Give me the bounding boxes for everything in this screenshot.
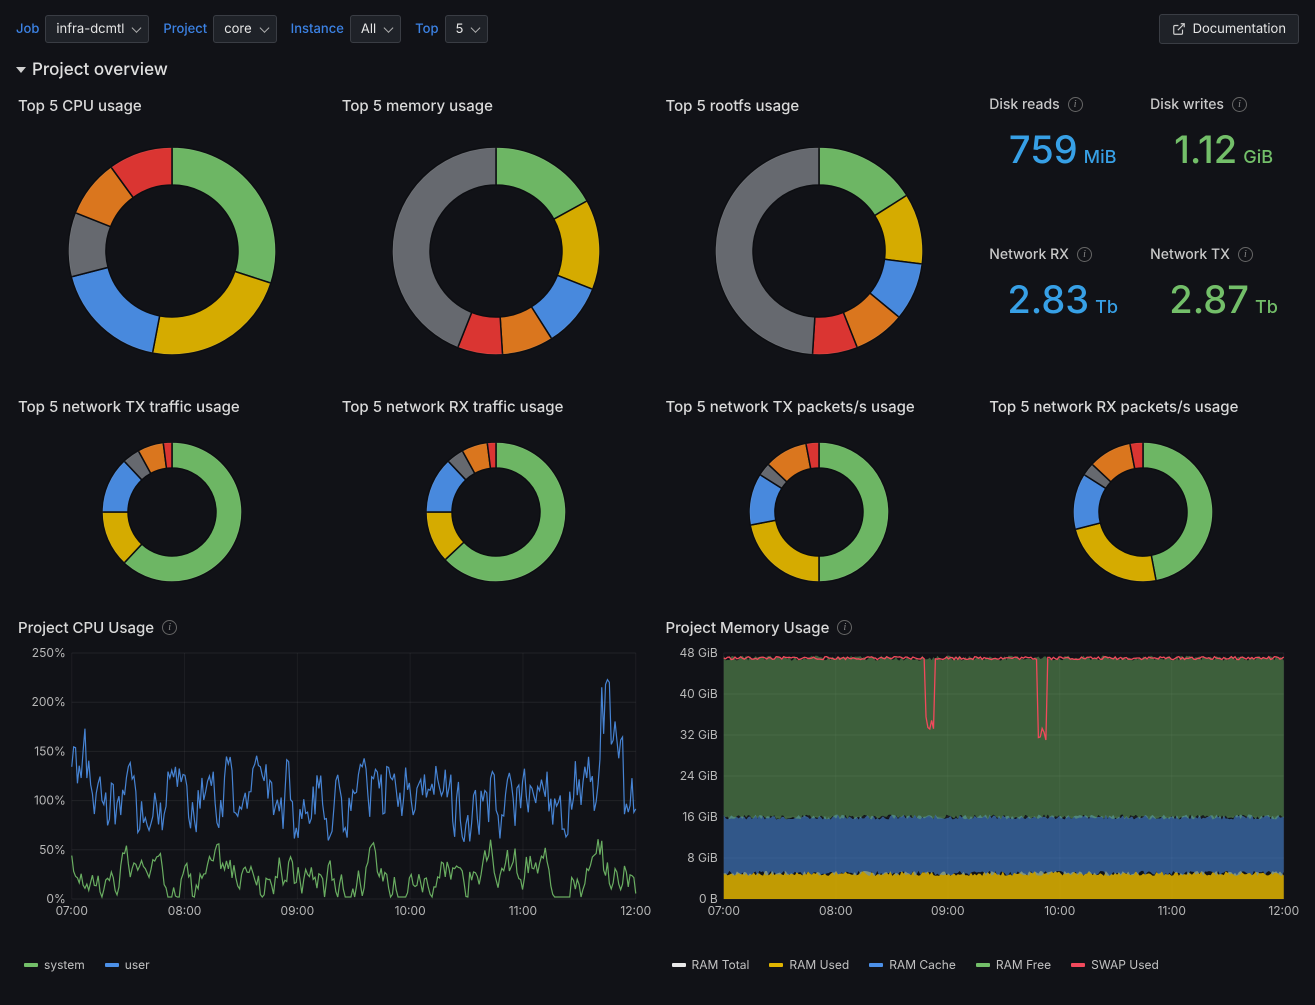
svg-text:10:00: 10:00 (395, 903, 426, 918)
rootfs-donut-chart (715, 147, 923, 355)
project-cpu-chart: 0%50%100%150%200%250%07:0008:0009:0010:0… (16, 643, 652, 923)
panel-net-rx-traffic-donut[interactable]: Top 5 network RX traffic usage (340, 393, 652, 602)
stat-value: 2.83 (1007, 277, 1089, 323)
stat-unit: GiB (1243, 147, 1273, 168)
svg-text:08:00: 08:00 (168, 903, 202, 918)
external-link-icon (1172, 22, 1186, 36)
panel-title: Project Memory Usage (666, 618, 830, 637)
svg-text:150%: 150% (34, 743, 66, 758)
var-label-project: Project (163, 21, 207, 37)
row-header-project-overview[interactable]: Project overview (16, 58, 1299, 92)
cpu-donut-chart (68, 147, 276, 355)
info-icon[interactable] (162, 620, 177, 635)
panel-title: Top 5 rootfs usage (664, 92, 976, 121)
nrx-donut-chart (426, 442, 566, 582)
documentation-button[interactable]: Documentation (1159, 14, 1299, 44)
documentation-label: Documentation (1193, 21, 1286, 37)
panel-title: Network RX (989, 246, 1069, 263)
legend-item[interactable]: RAM Total (672, 957, 750, 972)
svg-text:50%: 50% (39, 842, 66, 857)
svg-text:48 GiB: 48 GiB (679, 645, 717, 660)
panel-net-rx[interactable]: Network RX 2.83 Tb (987, 242, 1138, 382)
svg-text:11:00: 11:00 (1157, 903, 1185, 918)
svg-text:32 GiB: 32 GiB (679, 727, 717, 742)
svg-text:100%: 100% (34, 793, 66, 808)
panel-net-tx-packets-donut[interactable]: Top 5 network TX packets/s usage (664, 393, 976, 602)
panel-project-memory-usage[interactable]: Project Memory Usage 0 B8 GiB16 GiB24 Gi… (664, 614, 1300, 972)
var-label-top: Top (415, 21, 438, 37)
stat-unit: MiB (1084, 147, 1117, 168)
svg-text:09:00: 09:00 (281, 903, 315, 918)
legend: RAM Total RAM Used RAM Cache RAM Free SWAP U… (664, 953, 1300, 972)
panel-title: Disk writes (1150, 96, 1224, 113)
var-select-job[interactable]: infra-dcmtl (45, 15, 149, 43)
legend-item[interactable]: SWAP Used (1071, 957, 1159, 972)
panel-title: Disk reads (989, 96, 1059, 113)
var-label-job: Job (16, 21, 39, 37)
panel-title: Network TX (1150, 246, 1230, 263)
svg-text:12:00: 12:00 (1268, 903, 1299, 918)
info-icon[interactable] (1232, 97, 1247, 112)
stat-unit: Tb (1255, 297, 1278, 318)
panel-project-cpu-usage[interactable]: Project CPU Usage 0%50%100%150%200%250%0… (16, 614, 652, 972)
legend-item[interactable]: RAM Free (976, 957, 1051, 972)
info-icon[interactable] (1238, 247, 1253, 262)
panel-mem-donut[interactable]: Top 5 memory usage (340, 92, 652, 381)
info-icon[interactable] (1068, 97, 1083, 112)
svg-text:250%: 250% (32, 645, 66, 660)
svg-text:16 GiB: 16 GiB (682, 809, 718, 824)
panel-rootfs-donut[interactable]: Top 5 rootfs usage (664, 92, 976, 381)
svg-text:09:00: 09:00 (930, 903, 964, 918)
legend-item[interactable]: system (24, 957, 85, 972)
panel-title: Top 5 network TX traffic usage (16, 393, 328, 422)
panel-disk-reads[interactable]: Disk reads 759 MiB (987, 92, 1138, 232)
mem-donut-chart (392, 147, 600, 355)
panel-title: Top 5 CPU usage (16, 92, 328, 121)
info-icon[interactable] (1077, 247, 1092, 262)
legend: system user (16, 953, 652, 972)
svg-text:40 GiB: 40 GiB (679, 686, 718, 701)
svg-text:12:00: 12:00 (620, 903, 651, 918)
info-icon[interactable] (837, 620, 852, 635)
svg-text:08:00: 08:00 (818, 903, 852, 918)
var-label-instance: Instance (291, 21, 344, 37)
svg-text:07:00: 07:00 (707, 903, 739, 918)
var-select-instance[interactable]: All (350, 15, 401, 43)
var-select-top[interactable]: 5 (445, 15, 489, 43)
section-title: Project overview (32, 60, 168, 80)
svg-text:8 GiB: 8 GiB (687, 850, 718, 865)
panel-net-tx[interactable]: Network TX 2.87 Tb (1148, 242, 1299, 382)
panel-title: Top 5 memory usage (340, 92, 652, 121)
stat-unit: Tb (1095, 297, 1118, 318)
panel-title: Project CPU Usage (18, 618, 154, 637)
project-mem-chart: 0 B8 GiB16 GiB24 GiB32 GiB40 GiB48 GiB07… (664, 643, 1300, 923)
panel-net-rx-packets-donut[interactable]: Top 5 network RX packets/s usage (987, 393, 1299, 602)
svg-text:07:00: 07:00 (56, 903, 88, 918)
panel-cpu-donut[interactable]: Top 5 CPU usage (16, 92, 328, 381)
stat-value: 759 (1009, 127, 1078, 173)
chevron-down-icon (16, 67, 26, 73)
panel-net-tx-traffic-donut[interactable]: Top 5 network TX traffic usage (16, 393, 328, 602)
panel-title: Top 5 network TX packets/s usage (664, 393, 976, 422)
variable-toolbar: Job infra-dcmtl Project core Instance Al… (16, 10, 1299, 58)
legend-item[interactable]: RAM Cache (869, 957, 956, 972)
var-select-project[interactable]: core (213, 15, 276, 43)
ptx-donut-chart (749, 442, 889, 582)
svg-text:10:00: 10:00 (1044, 903, 1075, 918)
svg-text:11:00: 11:00 (509, 903, 537, 918)
panel-title: Top 5 network RX traffic usage (340, 393, 652, 422)
ntx-donut-chart (102, 442, 242, 582)
svg-text:24 GiB: 24 GiB (679, 768, 717, 783)
panel-title: Top 5 network RX packets/s usage (987, 393, 1299, 422)
stat-value: 1.12 (1174, 127, 1237, 173)
prx-donut-chart (1073, 442, 1213, 582)
stat-value: 2.87 (1169, 277, 1249, 323)
svg-text:200%: 200% (32, 694, 66, 709)
legend-item[interactable]: RAM Used (769, 957, 849, 972)
panel-disk-writes[interactable]: Disk writes 1.12 GiB (1148, 92, 1299, 232)
legend-item[interactable]: user (105, 957, 150, 972)
